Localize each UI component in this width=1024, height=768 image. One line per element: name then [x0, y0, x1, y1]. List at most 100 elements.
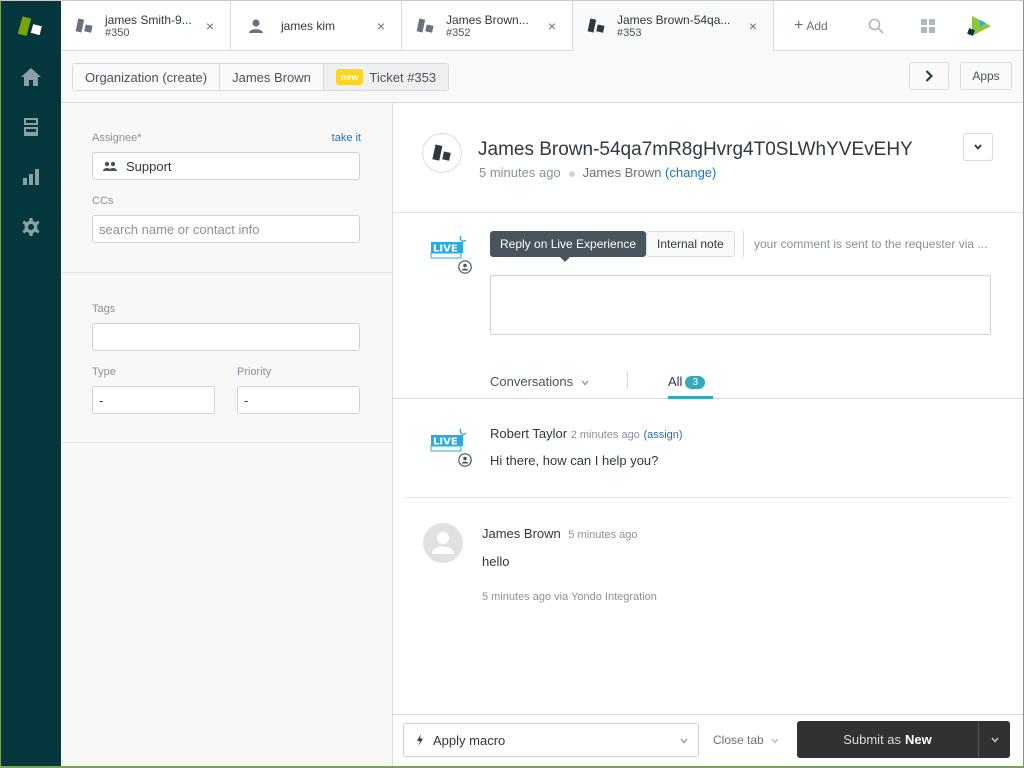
event-body: Hi there, how can I help you?	[490, 453, 659, 468]
ticket-footer: Apply macro Close tab Submit as New	[393, 714, 1023, 766]
ccs-label: CCs	[92, 195, 114, 207]
tab-title: james kim	[281, 19, 336, 33]
apply-macro-label: Apply macro	[433, 732, 506, 748]
close-tab-dropdown[interactable]: Close tab	[713, 733, 779, 747]
close-tab-label: Close tab	[713, 733, 764, 747]
close-tab-icon[interactable]: ×	[548, 19, 556, 33]
tab-ticket-353[interactable]: James Brown-54qa... #353 ×	[573, 1, 774, 51]
zendesk-logo-icon[interactable]	[16, 13, 48, 41]
chevron-down-icon	[771, 738, 779, 744]
close-tab-icon[interactable]: ×	[206, 19, 214, 33]
submit-options-dropdown[interactable]	[978, 721, 1010, 758]
add-label: Add	[806, 19, 828, 33]
ticket-tab-bar: james Smith-9... #350 × james kim × Jame…	[61, 1, 1023, 51]
ccs-input[interactable]: search name or contact info	[92, 215, 360, 243]
apply-macro-dropdown[interactable]: Apply macro	[403, 723, 699, 757]
left-nav	[1, 1, 61, 766]
breadcrumb-ticket-label: Ticket #353	[369, 69, 437, 85]
tab-ticket-number: #350	[105, 27, 130, 39]
assignee-field[interactable]: Support	[92, 152, 360, 180]
nav-admin[interactable]	[1, 207, 61, 247]
tags-input[interactable]	[92, 323, 360, 351]
tab-all[interactable]: All 3	[668, 365, 713, 399]
close-tab-icon[interactable]: ×	[377, 19, 385, 33]
divider	[627, 371, 628, 389]
priority-label: Priority	[237, 366, 272, 378]
event-author[interactable]: Robert Taylor	[490, 426, 567, 441]
tab-all-label: All	[668, 374, 683, 389]
grid-icon	[921, 19, 935, 33]
comment-textarea[interactable]	[490, 275, 991, 335]
breadcrumb-bar: Organization (create) James Brown new Ti…	[61, 51, 1023, 103]
add-button[interactable]: + Add	[774, 1, 850, 51]
assignment-section: Assignee* take it Support CCs search nam…	[61, 103, 392, 273]
chevron-down-icon	[680, 738, 688, 744]
chevron-down-icon	[974, 144, 982, 150]
assignee-label: Assignee*	[92, 132, 142, 144]
nav-reporting[interactable]	[1, 157, 61, 197]
event-time: 2 minutes ago	[570, 429, 640, 441]
user-silhouette-icon	[432, 532, 454, 554]
tab-title: James Brown...	[446, 13, 529, 27]
ticket-icon	[587, 18, 605, 33]
tab-title: James Brown-54qa...	[617, 13, 731, 27]
chevron-right-icon	[925, 70, 933, 82]
separator-dot	[568, 170, 575, 177]
tab-ticket-350[interactable]: james Smith-9... #350 ×	[61, 1, 231, 51]
breadcrumb-organization[interactable]: Organization (create)	[73, 64, 221, 90]
tags-label: Tags	[92, 303, 116, 315]
default-user-avatar	[423, 523, 463, 563]
conversation-filter-bar: Conversations All 3	[393, 365, 1023, 399]
change-requester-link[interactable]: (change)	[665, 165, 716, 180]
ticket-header: James Brown-54qa7mR8gHvrg4T0SLWhYVEvEHY …	[393, 103, 1023, 213]
take-it-link[interactable]: take it	[332, 132, 361, 144]
reply-hint: your comment is sent to the requester vi…	[743, 231, 987, 257]
search-icon	[868, 18, 884, 34]
lightning-icon	[417, 734, 423, 746]
event-body: hello	[482, 554, 510, 569]
ticket-fields-section: Tags Type - Priority -	[61, 273, 392, 443]
product-tray-button[interactable]	[902, 1, 954, 51]
plus-icon: +	[794, 17, 804, 34]
conversations-dropdown[interactable]: Conversations	[490, 374, 589, 389]
home-icon	[21, 68, 41, 86]
tab-ticket-352[interactable]: James Brown... #352 ×	[402, 1, 573, 51]
priority-select[interactable]: -	[237, 386, 360, 414]
assignee-value: Support	[126, 158, 172, 174]
ticket-icon	[416, 18, 434, 33]
breadcrumb-requester[interactable]: James Brown	[220, 64, 324, 90]
app-window: james Smith-9... #350 × james kim × Jame…	[0, 0, 1024, 768]
breadcrumb-ticket[interactable]: new Ticket #353	[323, 64, 449, 90]
status-badge: new	[335, 69, 364, 85]
submit-status: New	[905, 732, 932, 747]
search-button[interactable]	[850, 1, 902, 51]
views-inbox-icon	[24, 118, 38, 136]
reply-public-button[interactable]: Reply on Live Experience	[490, 231, 647, 262]
ticket-options-dropdown[interactable]	[963, 133, 993, 161]
count-badge: 3	[685, 376, 706, 389]
nav-views[interactable]	[1, 107, 61, 147]
ticket-meta: 5 minutes ago James Brown (change)	[479, 165, 716, 180]
event-time: 5 minutes ago	[568, 529, 638, 541]
close-tab-icon[interactable]: ×	[749, 19, 757, 33]
type-select[interactable]: -	[92, 386, 215, 414]
conversation-event: LIVE Robert Taylor 2 minutes ago (assign…	[405, 399, 1011, 498]
assign-link[interactable]: (assign)	[643, 429, 682, 441]
internal-note-button[interactable]: Internal note	[646, 231, 735, 257]
user-circle-icon	[458, 453, 472, 467]
ticket-main: James Brown-54qa7mR8gHvrg4T0SLWhYVEvEHY …	[393, 103, 1023, 766]
submit-button[interactable]: Submit as New	[797, 721, 978, 758]
gear-icon	[22, 218, 40, 236]
nav-home[interactable]	[1, 57, 61, 97]
app-launcher-button[interactable]	[954, 1, 1006, 51]
apps-button[interactable]: Apps	[960, 62, 1012, 90]
ticket-title[interactable]: James Brown-54qa7mR8gHvrg4T0SLWhYVEvEHY	[478, 139, 913, 161]
tab-user-james-kim[interactable]: james kim ×	[231, 1, 402, 51]
event-via: 5 minutes ago via Yondo Integration	[482, 591, 657, 603]
ticket-icon	[432, 144, 451, 161]
event-author[interactable]: James Brown	[482, 526, 561, 541]
conversations-label: Conversations	[490, 374, 574, 389]
ticket-avatar	[422, 133, 462, 173]
next-button[interactable]	[909, 62, 949, 90]
submit-prefix: Submit as	[843, 732, 902, 747]
